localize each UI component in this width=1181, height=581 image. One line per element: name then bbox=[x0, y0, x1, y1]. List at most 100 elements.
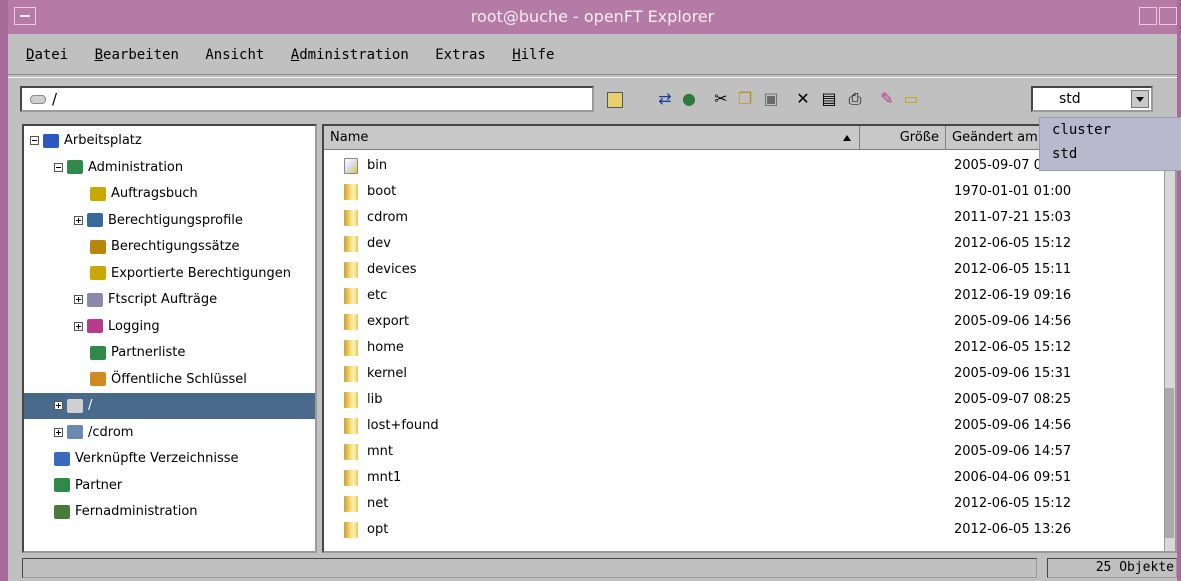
folder-icon bbox=[344, 365, 358, 382]
file-modified: 2006-04-06 09:51 bbox=[954, 470, 1072, 485]
tree-item-8[interactable]: Partnerliste bbox=[90, 340, 185, 366]
file-row[interactable]: lost+found 2005-09-06 14:56 bbox=[324, 413, 1174, 439]
folder-icon bbox=[344, 235, 358, 252]
copy-icon[interactable]: ❐ bbox=[734, 89, 756, 109]
tree-item-label: Berechtigungsprofile bbox=[108, 212, 243, 228]
column-name[interactable]: Name bbox=[324, 126, 860, 150]
file-row[interactable]: mnt1 2006-04-06 09:51 bbox=[324, 465, 1174, 491]
expand-icon[interactable] bbox=[54, 401, 63, 410]
minimize-button[interactable] bbox=[1139, 7, 1157, 25]
menu-datei[interactable]: Datei bbox=[26, 40, 68, 70]
expand-icon[interactable] bbox=[54, 427, 63, 437]
properties-icon[interactable]: ▤ bbox=[818, 89, 840, 109]
collapse-icon[interactable] bbox=[54, 162, 63, 172]
menu-administration[interactable]: Administration bbox=[291, 40, 409, 70]
file-name: opt bbox=[367, 522, 389, 537]
file-row[interactable]: etc 2012-06-19 09:16 bbox=[324, 283, 1174, 309]
tree-item-7[interactable]: Logging bbox=[74, 314, 160, 340]
column-size[interactable]: Größe bbox=[860, 126, 946, 150]
chevron-down-icon[interactable] bbox=[1131, 90, 1149, 108]
file-row[interactable]: cdrom 2011-07-21 15:03 bbox=[324, 205, 1174, 231]
profile-icon bbox=[87, 213, 103, 227]
export-icon bbox=[90, 266, 106, 280]
folder-icon bbox=[344, 417, 358, 434]
vertical-scrollbar[interactable] bbox=[1164, 126, 1175, 551]
file-row[interactable]: opt 2012-06-05 13:26 bbox=[324, 517, 1174, 543]
instance-option-std[interactable]: std bbox=[1040, 142, 1181, 166]
menu-ansicht[interactable]: Ansicht bbox=[205, 40, 264, 70]
tree-item-6[interactable]: Ftscript Aufträge bbox=[74, 287, 217, 313]
collapse-icon[interactable] bbox=[30, 136, 39, 145]
tree-item-1[interactable]: Administration bbox=[54, 155, 183, 181]
tree-item-13[interactable]: Partner bbox=[54, 473, 122, 499]
file-name: mnt1 bbox=[367, 470, 402, 485]
delete-icon[interactable]: ✕ bbox=[792, 89, 814, 109]
tree-item-10[interactable]: / bbox=[24, 393, 315, 419]
folder-icon bbox=[344, 443, 358, 460]
file-name: home bbox=[367, 340, 404, 355]
file-modified: 2011-07-21 15:03 bbox=[954, 210, 1072, 225]
instance-select-value: std bbox=[1059, 91, 1081, 107]
cut-icon[interactable]: ✂ bbox=[710, 89, 732, 109]
file-modified: 2005-09-06 14:57 bbox=[954, 444, 1072, 459]
tree-item-label: Ftscript Aufträge bbox=[108, 292, 218, 307]
window-menu-button[interactable] bbox=[14, 7, 36, 25]
menu-separator bbox=[8, 74, 1177, 78]
instance-select[interactable]: std bbox=[1031, 86, 1153, 112]
file-modified: 2005-09-06 14:56 bbox=[954, 418, 1072, 433]
path-value: / bbox=[52, 90, 58, 108]
print-icon[interactable]: ⎙ bbox=[844, 89, 866, 109]
file-row[interactable]: net 2012-06-05 15:12 bbox=[324, 491, 1174, 517]
tree-item-3[interactable]: Berechtigungsprofile bbox=[74, 208, 243, 234]
tree-item-label: / bbox=[88, 398, 93, 413]
file-name: mnt bbox=[367, 444, 393, 459]
file-row[interactable]: export 2005-09-06 14:56 bbox=[324, 309, 1174, 335]
tree-item-label: /cdrom bbox=[88, 424, 134, 440]
tree-item-label: Arbeitsplatz bbox=[64, 133, 142, 148]
tree-item-12[interactable]: Verknüpfte Verzeichnisse bbox=[54, 446, 239, 472]
file-modified: 2012-06-05 15:12 bbox=[954, 340, 1072, 355]
file-row[interactable]: home 2012-06-05 15:12 bbox=[324, 335, 1174, 361]
tree-item-4[interactable]: Berechtigungssätze bbox=[90, 234, 239, 260]
menu-hilfe[interactable]: Hilfe bbox=[512, 40, 554, 70]
file-row[interactable]: mnt 2005-09-06 14:57 bbox=[324, 439, 1174, 465]
transfer-icon[interactable]: ⇄ bbox=[654, 89, 676, 109]
file-modified: 2005-09-06 15:31 bbox=[954, 366, 1072, 381]
drive-icon bbox=[30, 95, 46, 104]
tree-item-11[interactable]: /cdrom bbox=[54, 420, 133, 446]
request-queue-toolbar-icon[interactable]: ▭ bbox=[900, 89, 922, 109]
file-modified: 2012-06-05 15:12 bbox=[954, 236, 1072, 251]
logging-toolbar-icon[interactable]: ✎ bbox=[876, 89, 898, 109]
partner-connect-icon[interactable]: ● bbox=[678, 89, 700, 109]
tree-item-14[interactable]: Fernadministration bbox=[54, 499, 198, 525]
file-row[interactable]: boot 1970-01-01 01:00 bbox=[324, 179, 1174, 205]
script-icon bbox=[87, 292, 103, 307]
instance-option-cluster[interactable]: cluster bbox=[1040, 118, 1181, 142]
expand-icon[interactable] bbox=[74, 215, 83, 225]
tree-item-0[interactable]: Arbeitsplatz bbox=[30, 128, 142, 154]
file-name: devices bbox=[367, 262, 417, 277]
tree-item-2[interactable]: Auftragsbuch bbox=[90, 181, 198, 207]
up-folder-icon[interactable] bbox=[607, 92, 623, 108]
file-row[interactable]: dev 2012-06-05 15:12 bbox=[324, 231, 1174, 257]
expand-icon[interactable] bbox=[74, 321, 83, 331]
title-bar[interactable]: root@buche - openFT Explorer bbox=[8, 0, 1177, 34]
maximize-button[interactable] bbox=[1159, 7, 1177, 25]
tree-item-5[interactable]: Exportierte Berechtigungen bbox=[90, 261, 291, 287]
expand-icon[interactable] bbox=[74, 295, 83, 304]
tree-item-label: Partnerliste bbox=[111, 345, 186, 360]
menu-bearbeiten[interactable]: Bearbeiten bbox=[95, 40, 179, 70]
partner-list-icon bbox=[90, 345, 106, 360]
file-row[interactable]: lib 2005-09-07 08:25 bbox=[324, 387, 1174, 413]
paste-icon[interactable]: ▣ bbox=[760, 89, 782, 109]
tree-item-label: Auftragsbuch bbox=[111, 186, 198, 201]
path-field[interactable]: / bbox=[20, 86, 594, 112]
file-row[interactable]: kernel 2005-09-06 15:31 bbox=[324, 361, 1174, 387]
folder-icon bbox=[344, 391, 358, 408]
scrollbar-thumb[interactable] bbox=[1165, 388, 1174, 538]
menu-extras[interactable]: Extras bbox=[435, 40, 486, 70]
file-row[interactable]: devices 2012-06-05 15:11 bbox=[324, 257, 1174, 283]
tree-item-9[interactable]: Öffentliche Schlüssel bbox=[90, 367, 247, 393]
file-modified: 2005-09-06 14:56 bbox=[954, 314, 1072, 329]
explorer-window: root@buche - openFT Explorer Datei Bearb… bbox=[0, 0, 1181, 581]
